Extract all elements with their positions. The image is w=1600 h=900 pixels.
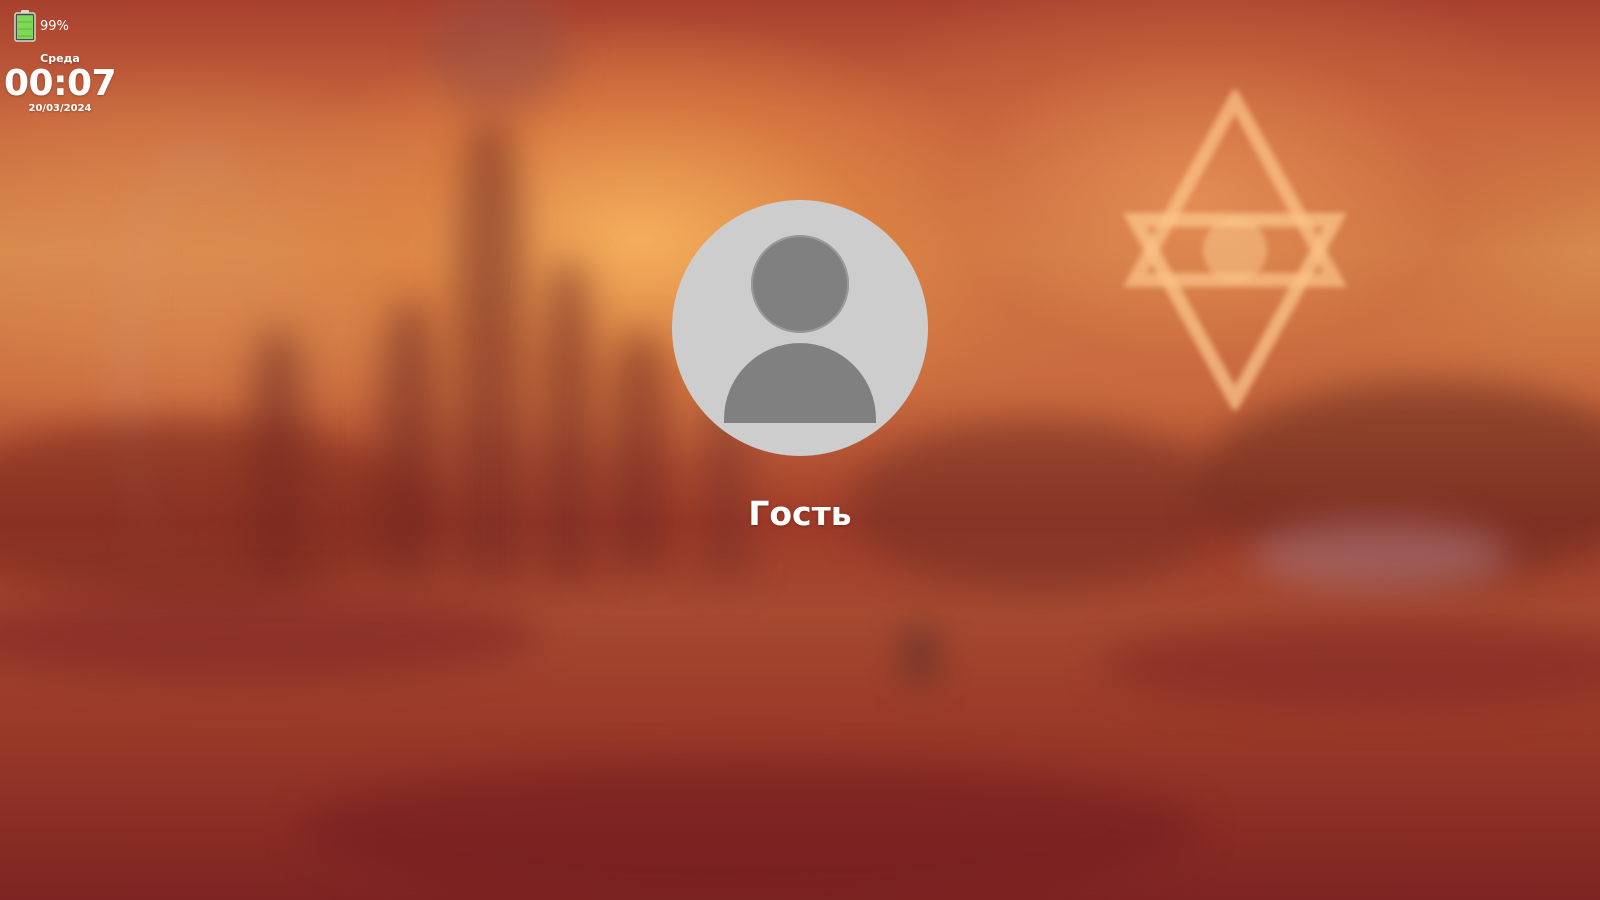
battery-percent-label: 99% <box>40 18 69 34</box>
clock-date: 20/03/2024 <box>28 103 92 114</box>
user-avatar-body <box>724 343 876 423</box>
star-of-david-decoration <box>1123 90 1347 410</box>
user-avatar[interactable] <box>672 200 928 456</box>
battery-status: 99% <box>14 10 69 42</box>
user-avatar-icon <box>751 235 849 333</box>
user-name-label[interactable]: Гость <box>600 494 1000 533</box>
clock-time: 00:07 <box>4 63 117 104</box>
lock-screen: 99% Среда 00:07 20/03/2024 Гость <box>0 0 1600 900</box>
battery-icon <box>14 10 36 42</box>
clock-widget: Среда 00:07 20/03/2024 <box>4 52 117 115</box>
